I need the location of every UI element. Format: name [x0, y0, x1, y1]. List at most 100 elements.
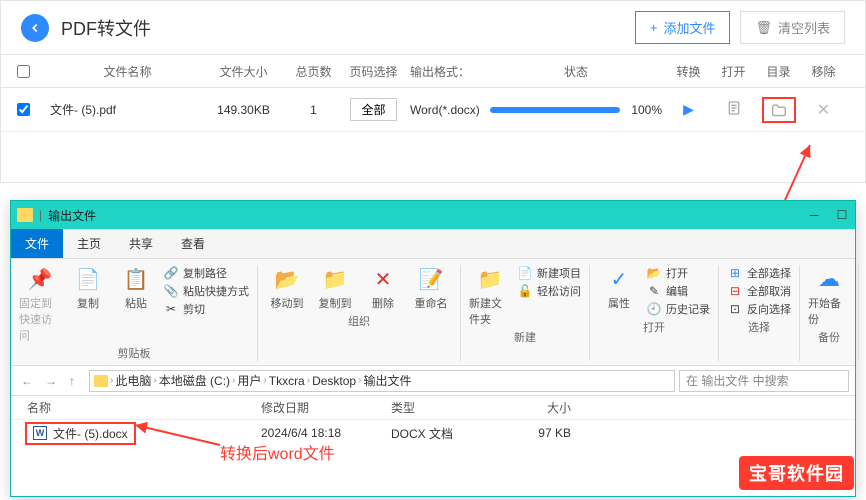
open-button[interactable]: 📂打开 — [646, 265, 710, 281]
delete-button[interactable]: ✕删除 — [362, 265, 404, 311]
back-button[interactable] — [21, 14, 49, 42]
paste-button[interactable]: 📋粘贴 — [115, 265, 157, 311]
crumb[interactable]: 此电脑 — [115, 372, 151, 389]
header-open: 打开 — [711, 63, 756, 80]
select-none-button[interactable]: ⊟全部取消 — [727, 283, 791, 299]
edit-button[interactable]: ✎编辑 — [646, 283, 710, 299]
copy-label: 复制 — [77, 295, 99, 311]
clear-list-label: 清空列表 — [778, 18, 830, 37]
pin-button[interactable]: 📌固定到快速访问 — [19, 265, 61, 343]
select-all-label: 全部选择 — [747, 265, 791, 281]
nav-up-icon[interactable]: ↑ — [65, 372, 79, 390]
word-icon: W — [33, 426, 47, 440]
new-group-label: 新建 — [514, 329, 536, 345]
open-label: 打开 — [666, 265, 688, 281]
nav-forward-icon[interactable]: → — [41, 372, 61, 390]
copy-to-button[interactable]: 📁复制到 — [314, 265, 356, 311]
window-titlebar[interactable]: | 输出文件 ─ ☐ — [11, 201, 855, 229]
titlebar-left: | 输出文件 — [17, 207, 96, 224]
ribbon-tabs: 文件 主页 共享 查看 — [11, 229, 855, 259]
crumb[interactable]: 用户 — [237, 372, 261, 389]
move-to-label: 移动到 — [271, 295, 304, 311]
properties-label: 属性 — [608, 295, 630, 311]
tab-file[interactable]: 文件 — [11, 229, 63, 258]
crumb[interactable]: Desktop — [312, 374, 356, 388]
col-size[interactable]: 大小 — [501, 399, 591, 416]
copy-path-label: 复制路径 — [183, 265, 227, 281]
properties-button[interactable]: ✓属性 — [598, 265, 640, 311]
minimize-button[interactable]: ─ — [807, 208, 821, 222]
organize-group-label: 组织 — [348, 313, 370, 329]
header-pages: 总页数 — [286, 63, 341, 80]
progress-percent: 100% — [631, 103, 662, 117]
tab-share[interactable]: 共享 — [115, 229, 167, 258]
header-select: 页码选择 — [341, 63, 406, 80]
maximize-button[interactable]: ☐ — [835, 208, 849, 222]
cut-label: 剪切 — [183, 301, 205, 317]
folder-icon — [17, 208, 33, 222]
file-columns-header: 名称 修改日期 类型 大小 — [11, 396, 855, 420]
invert-label: 反向选择 — [747, 301, 791, 317]
table-header: 文件名称 文件大小 总页数 页码选择 输出格式： 状态 转换 打开 目录 移除 — [1, 54, 865, 88]
tab-home[interactable]: 主页 — [63, 229, 115, 258]
delete-label: 删除 — [372, 295, 394, 311]
backup-button[interactable]: ☁开始备份 — [808, 265, 850, 327]
copy-button[interactable]: 📄复制 — [67, 265, 109, 311]
copy-path-button[interactable]: 🔗复制路径 — [163, 265, 249, 281]
history-button[interactable]: 🕘历史记录 — [646, 301, 710, 317]
page-select-button[interactable]: 全部 — [350, 98, 396, 121]
trash-icon: 🗑 — [755, 20, 772, 36]
select-group-label: 选择 — [748, 319, 770, 335]
new-item-button[interactable]: 📄新建项目 — [517, 265, 581, 281]
open-folder-button[interactable] — [762, 97, 796, 123]
paste-shortcut-label: 粘贴快捷方式 — [183, 283, 249, 299]
header-dir: 目录 — [756, 63, 801, 80]
invert-selection-button[interactable]: ⊡反向选择 — [727, 301, 791, 317]
ribbon-group-select: ⊞全部选择 ⊟全部取消 ⊡反向选择 选择 — [719, 265, 800, 361]
header-size: 文件大小 — [201, 63, 286, 80]
nav-arrows: ← → ↑ — [11, 372, 85, 390]
add-file-button[interactable]: + 添加文件 — [635, 11, 731, 44]
crumb[interactable]: 本地磁盘 (C:) — [159, 372, 230, 389]
row-checkbox[interactable] — [17, 103, 30, 116]
select-all-button[interactable]: ⊞全部选择 — [727, 265, 791, 281]
copy-to-label: 复制到 — [319, 295, 352, 311]
tab-view[interactable]: 查看 — [167, 229, 219, 258]
crumb[interactable]: 输出文件 — [363, 372, 411, 389]
col-date[interactable]: 修改日期 — [261, 399, 391, 416]
row-size: 149.30KB — [201, 103, 286, 117]
search-input[interactable]: 在 输出文件 中搜索 — [679, 370, 849, 392]
move-to-button[interactable]: 📂移动到 — [266, 265, 308, 311]
open-group-label: 打开 — [643, 319, 665, 335]
easy-access-button[interactable]: 🔓轻松访问 — [517, 283, 581, 299]
rename-button[interactable]: 📝重命名 — [410, 265, 452, 311]
file-type: DOCX 文档 — [391, 425, 501, 442]
crumb[interactable]: Tkxcra — [269, 374, 305, 388]
file-name: 文件- (5).docx — [53, 425, 128, 442]
highlighted-file: W 文件- (5).docx — [25, 422, 136, 445]
plus-icon: + — [650, 20, 658, 35]
select-all-checkbox[interactable] — [17, 65, 30, 78]
play-icon[interactable]: ▶ — [683, 101, 694, 117]
header-actions: + 添加文件 🗑 清空列表 — [635, 11, 845, 44]
new-folder-button[interactable]: 📁新建文件夹 — [469, 265, 511, 327]
folder-icon — [94, 375, 108, 387]
col-name[interactable]: 名称 — [11, 399, 261, 416]
header-checkbox-cell — [1, 65, 46, 78]
address-bar[interactable]: › 此电脑› 本地磁盘 (C:)› 用户› Tkxcra› Desktop› 输… — [89, 370, 675, 392]
clear-list-button[interactable]: 🗑 清空列表 — [740, 11, 845, 44]
cut-button[interactable]: ✂剪切 — [163, 301, 249, 317]
paste-shortcut-button[interactable]: 📎粘贴快捷方式 — [163, 283, 249, 299]
address-bar-row: ← → ↑ › 此电脑› 本地磁盘 (C:)› 用户› Tkxcra› Desk… — [11, 366, 855, 396]
document-icon[interactable] — [726, 105, 742, 119]
ribbon-group-clipboard: 📌固定到快速访问 📄复制 📋粘贴 🔗复制路径 📎粘贴快捷方式 ✂剪切 剪贴板 — [11, 265, 258, 361]
col-type[interactable]: 类型 — [391, 399, 501, 416]
add-file-label: 添加文件 — [663, 18, 715, 37]
nav-back-icon[interactable]: ← — [17, 372, 37, 390]
row-pages: 1 — [286, 103, 341, 117]
select-none-label: 全部取消 — [747, 283, 791, 299]
file-row[interactable]: W 文件- (5).docx 2024/6/4 18:18 DOCX 文档 97… — [11, 420, 855, 446]
row-status: 100% — [486, 103, 666, 117]
paste-label: 粘贴 — [125, 295, 147, 311]
remove-icon[interactable]: ✕ — [817, 102, 830, 119]
